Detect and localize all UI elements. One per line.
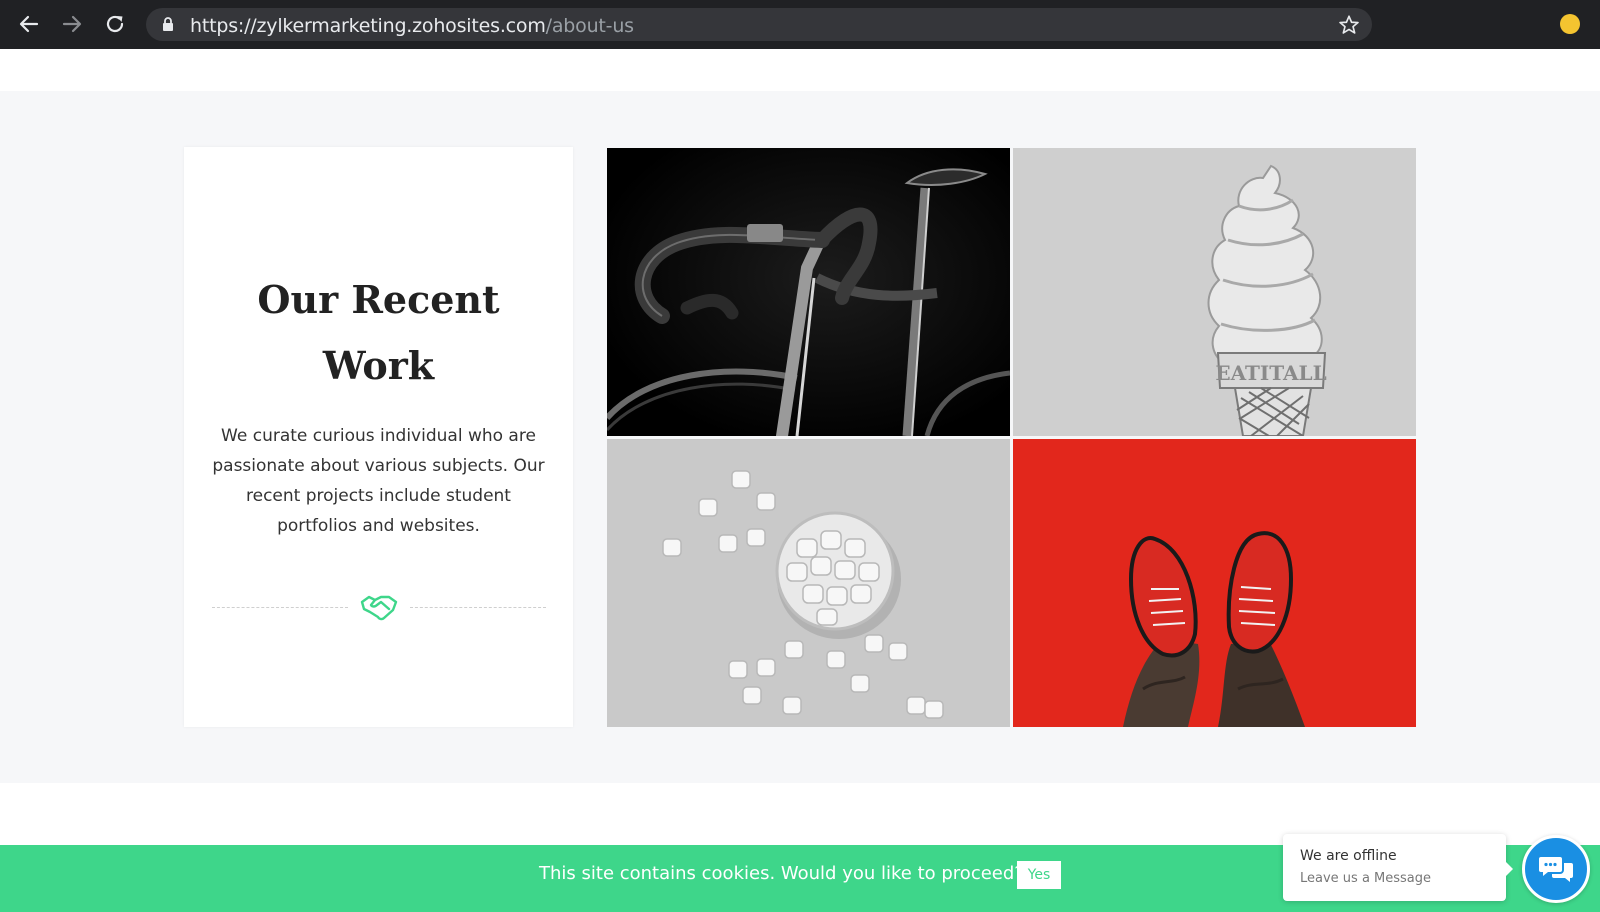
chat-status: We are offline — [1300, 848, 1397, 864]
work-gallery: EATITALL — [607, 148, 1416, 727]
handshake-icon — [360, 595, 398, 621]
reload-icon — [106, 15, 124, 33]
url-host: https://zylkermarketing.zohosites.com — [190, 15, 546, 37]
url-text: https://zylkermarketing.zohosites.com/ab… — [190, 15, 634, 37]
chat-offline-popup[interactable]: We are offline Leave us a Message — [1283, 834, 1513, 901]
divider-left — [212, 607, 348, 608]
browser-toolbar: https://zylkermarketing.zohosites.com/ab… — [0, 0, 1600, 49]
recent-work-section: Our Recent Work We curate curious indivi… — [0, 91, 1600, 783]
cookie-message: This site contains cookies. Would you li… — [539, 863, 1024, 884]
chat-subtitle: Leave us a Message — [1300, 871, 1432, 886]
chat-bubbles-icon — [1539, 857, 1573, 882]
address-bar[interactable]: https://zylkermarketing.zohosites.com/ab… — [146, 8, 1372, 41]
reload-button[interactable] — [101, 10, 129, 38]
section-description: We curate curious individual who are pas… — [212, 426, 545, 536]
red-sneakers-photo[interactable] — [1013, 439, 1416, 727]
url-path: /about-us — [545, 15, 634, 37]
back-arrow-icon — [19, 15, 39, 33]
back-button[interactable] — [15, 10, 43, 38]
cookie-yes-button[interactable]: Yes — [1017, 861, 1061, 889]
extension-icon[interactable] — [1560, 14, 1580, 34]
forward-arrow-icon — [62, 15, 82, 33]
forward-button[interactable] — [58, 10, 86, 38]
sign-text: EATITALL — [1215, 361, 1326, 385]
ice-cream-sign-photo[interactable]: EATITALL — [1013, 148, 1416, 436]
lock-icon — [163, 17, 173, 31]
page-content: Our Recent Work We curate curious indivi… — [0, 49, 1600, 912]
divider-right — [410, 607, 546, 608]
star-icon[interactable] — [1338, 14, 1360, 36]
chat-button[interactable] — [1522, 835, 1590, 903]
recent-work-card: Our Recent Work We curate curious indivi… — [184, 147, 573, 727]
marshmallows-photo[interactable] — [607, 439, 1010, 727]
section-title: Our Recent Work — [257, 277, 500, 388]
bicycle-photo[interactable] — [607, 148, 1010, 436]
